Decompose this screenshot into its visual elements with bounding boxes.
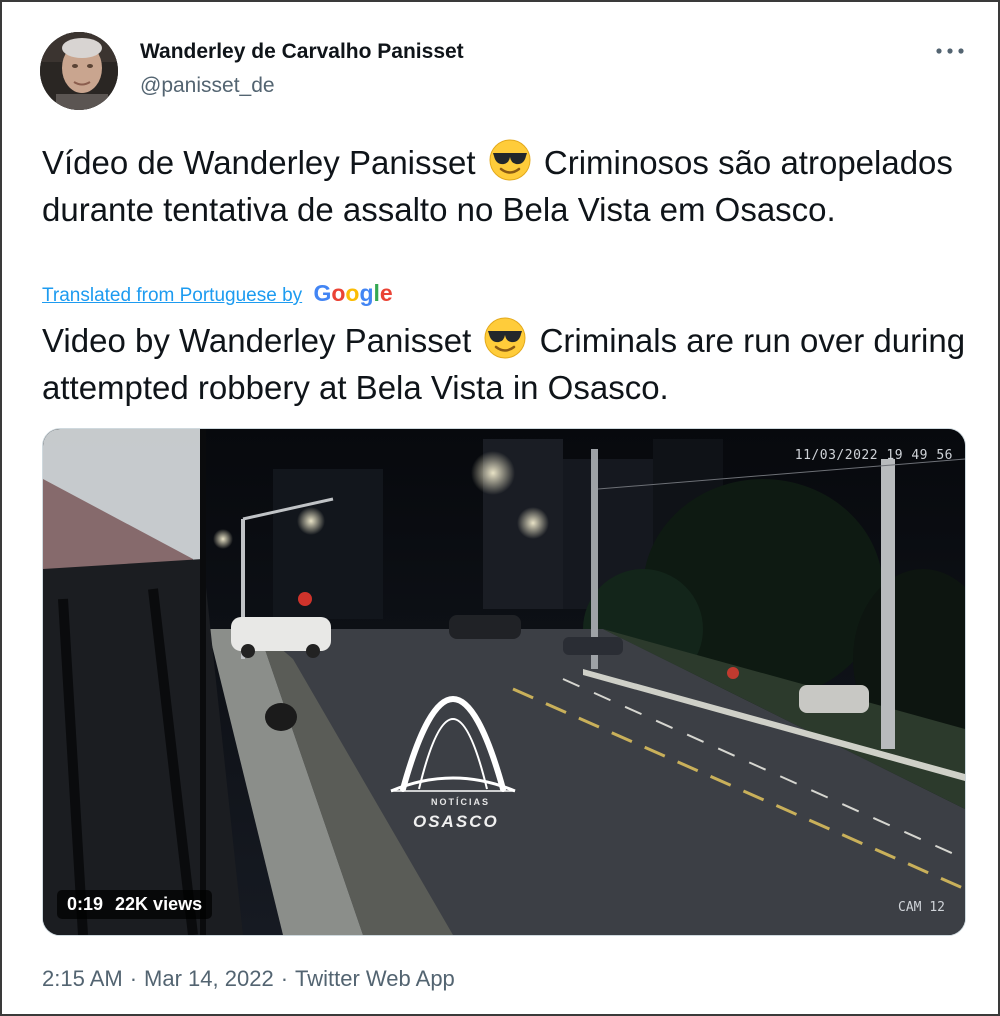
tweet-metadata: 2:15 AM · Mar 14, 2022 · Twitter Web App — [42, 966, 455, 992]
smiling-face-with-sunglasses-icon — [489, 139, 531, 181]
video-duration: 0:19 — [67, 894, 104, 914]
watermark-label: NOTÍCIAS — [431, 797, 491, 807]
video-frame — [43, 429, 965, 935]
meta-separator: · — [280, 966, 289, 991]
tweet-time[interactable]: 2:15 AM — [42, 966, 123, 991]
video-player[interactable]: 11/03/2022 19 49 56 NOTÍCIAS OSASCO CAM … — [42, 428, 966, 936]
camera-label: CAM 12 — [898, 900, 945, 915]
tweet-original-text: Vídeo de Wanderley Panisset Criminosos s… — [42, 138, 972, 233]
tweet-translated-text: Video by Wanderley Panisset Criminals ar… — [42, 316, 972, 411]
more-horizontal-icon[interactable] — [930, 36, 970, 66]
author-handle[interactable]: @panisset_de — [140, 74, 275, 98]
google-logo: Google — [313, 280, 393, 306]
translated-text-start: Video by Wanderley Panisset — [42, 322, 472, 359]
video-views: 22K views — [115, 894, 203, 914]
translated-from-link[interactable]: Translated from Portuguese by — [42, 285, 302, 306]
tweet-source[interactable]: Twitter Web App — [295, 966, 455, 991]
avatar[interactable] — [40, 32, 118, 110]
cctv-timestamp: 11/03/2022 19 49 56 — [794, 448, 953, 463]
original-text-start: Vídeo de Wanderley Panisset — [42, 144, 476, 181]
watermark-name: OSASCO — [413, 812, 499, 831]
tweet-date[interactable]: Mar 14, 2022 — [144, 966, 274, 991]
smiling-face-with-sunglasses-icon — [484, 317, 526, 359]
meta-separator: · — [129, 966, 138, 991]
video-badge: 0:19 22K views — [57, 890, 213, 919]
author-name[interactable]: Wanderley de Carvalho Panisset — [140, 40, 464, 64]
avatar-photo — [40, 32, 118, 110]
translation-attribution: Translated from Portuguese by Google — [42, 280, 393, 307]
tweet-card: Wanderley de Carvalho Panisset @panisset… — [0, 0, 1000, 1016]
